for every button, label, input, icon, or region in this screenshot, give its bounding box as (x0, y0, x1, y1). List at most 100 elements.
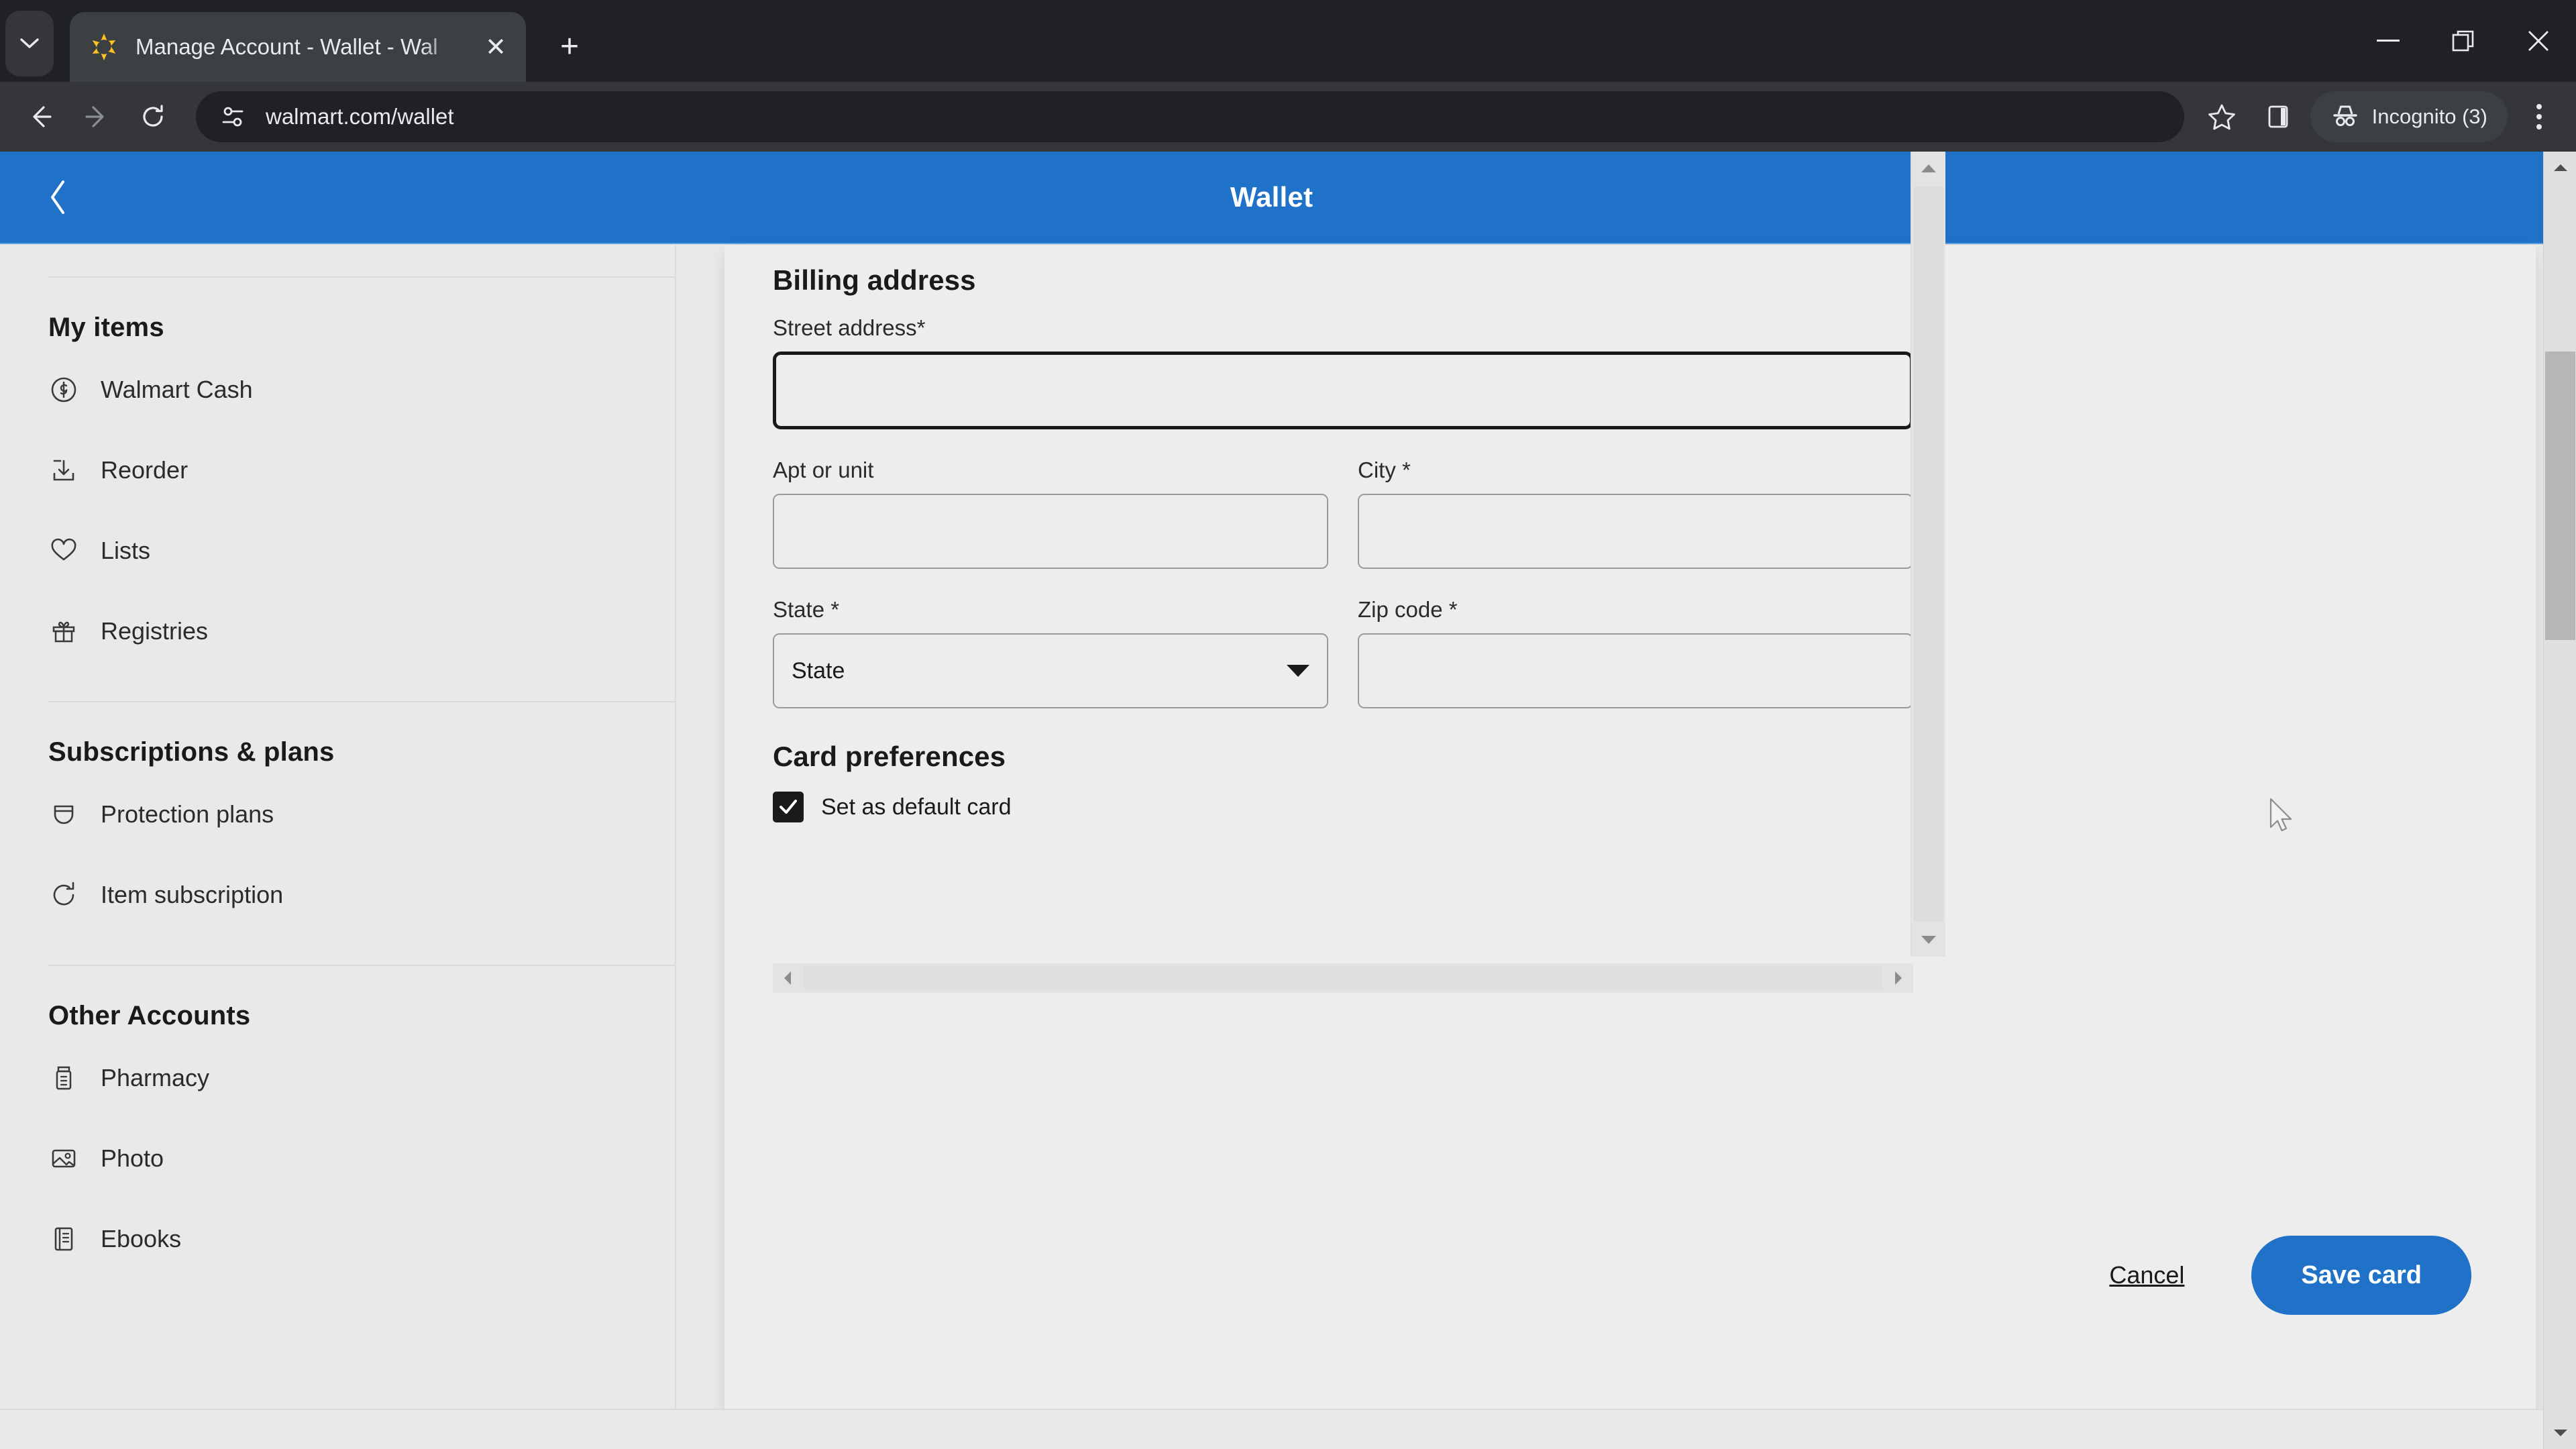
side-panel-button[interactable] (2250, 89, 2306, 145)
sidebar-item-photo[interactable]: Photo (48, 1118, 675, 1199)
billing-address-heading: Billing address (773, 264, 976, 296)
apt-or-unit-label: Apt or unit (773, 458, 874, 482)
close-button[interactable] (2501, 0, 2576, 82)
zip-code-input[interactable] (1358, 633, 1913, 708)
sidebar-item-ebooks[interactable]: Ebooks (48, 1199, 675, 1279)
set-default-checkbox-label: Set as default card (821, 794, 1012, 820)
check-icon (780, 800, 797, 814)
sidebar-item-protection-plans[interactable]: Protection plans (48, 774, 675, 855)
restore-button[interactable] (2426, 0, 2501, 82)
page-bottom-divider (0, 1409, 2543, 1449)
page-scroll-up-button[interactable] (2544, 152, 2576, 184)
state-field-group: State * State (773, 597, 1328, 708)
scroll-down-button[interactable] (1911, 923, 1946, 957)
modal-horizontal-scrollbar[interactable] (773, 963, 1913, 993)
tab-strip: Manage Account - Wallet - Wal ✕ + (0, 0, 2576, 82)
reload-button[interactable] (125, 89, 181, 145)
url-text: walmart.com/wallet (266, 104, 454, 129)
browser-tab[interactable]: Manage Account - Wallet - Wal ✕ (70, 12, 526, 82)
profile-button[interactable]: Incognito (3) (2310, 91, 2508, 142)
sidebar-item-walmart-cash[interactable]: Walmart Cash (48, 350, 675, 430)
minimize-icon (2377, 40, 2400, 42)
sidebar-item-label: Ebooks (101, 1225, 182, 1252)
sidebar-item-label: Photo (101, 1144, 164, 1172)
minimize-button[interactable] (2351, 0, 2426, 82)
chevron-down-icon (1287, 665, 1309, 677)
sidebar-item-registries[interactable]: Registries (48, 591, 675, 672)
state-select[interactable]: State (773, 633, 1328, 708)
walmart-spark-icon (89, 32, 119, 62)
kebab-dot (2536, 114, 2542, 119)
street-address-label: Street address* (773, 315, 926, 340)
zip-code-label: Zip code * (1358, 597, 1458, 622)
cancel-button[interactable]: Cancel (2106, 1254, 2187, 1296)
triangle-down-icon (1921, 936, 1936, 944)
tab-close-icon[interactable]: ✕ (475, 26, 517, 68)
sidebar-divider-wrap (48, 935, 675, 966)
set-default-checkbox[interactable] (773, 792, 804, 822)
page-scroll-down-button[interactable] (2544, 1417, 2576, 1449)
scroll-up-button[interactable] (1911, 152, 1946, 185)
apt-or-unit-input[interactable] (773, 494, 1328, 569)
city-label: City * (1358, 458, 1411, 482)
state-select-wrap: State (773, 633, 1328, 708)
sidebar-group-title-subscriptions: Subscriptions & plans (48, 737, 335, 767)
triangle-right-icon (1895, 971, 1902, 985)
city-input[interactable] (1358, 494, 1913, 569)
sidebar-item-label: Reorder (101, 456, 189, 484)
side-panel-icon (2268, 105, 2288, 128)
triangle-up-icon (2553, 164, 2567, 171)
reorder-icon (48, 455, 79, 486)
state-select-value: State (792, 657, 845, 684)
sidebar-item-label: Registries (101, 617, 209, 645)
street-address-input[interactable] (773, 352, 1913, 429)
back-button[interactable] (12, 89, 68, 145)
account-sidebar: My items Walmart Cash Reorder Lists Regi… (0, 246, 676, 1449)
triangle-up-icon (1921, 164, 1936, 172)
site-settings-icon[interactable] (213, 97, 252, 136)
scroll-left-button[interactable] (773, 963, 802, 993)
sidebar-item-label: Pharmacy (101, 1064, 210, 1091)
pill-bottle-icon (48, 1063, 79, 1093)
modal-actions: Cancel Save card (2106, 1236, 2471, 1315)
address-bar[interactable]: walmart.com/wallet (196, 91, 2184, 142)
scroll-thumb[interactable] (804, 966, 1882, 990)
card-preferences-heading: Card preferences (773, 741, 1006, 772)
sidebar-item-lists[interactable]: Lists (48, 511, 675, 591)
tab-search-button[interactable] (5, 11, 54, 76)
zip-field-group: Zip code * (1358, 597, 1913, 708)
sidebar-item-item-subscription[interactable]: Item subscription (48, 855, 675, 935)
page-vertical-scrollbar[interactable] (2543, 152, 2576, 1449)
browser-menu-button[interactable] (2514, 89, 2564, 145)
sidebar-item-reorder[interactable]: Reorder (48, 430, 675, 511)
scroll-thumb[interactable] (1914, 186, 1943, 922)
new-tab-button[interactable]: + (545, 21, 594, 71)
page-scroll-thumb[interactable] (2545, 352, 2575, 640)
wallet-header: Wallet (0, 152, 2543, 244)
modal-vertical-scrollbar[interactable] (1911, 152, 1945, 957)
sidebar-group-title-my-items: My items (48, 313, 164, 342)
window-controls (2351, 0, 2576, 82)
set-as-default-card-row[interactable]: Set as default card (773, 792, 1913, 822)
sidebar-item-pharmacy[interactable]: Pharmacy (48, 1038, 675, 1118)
forward-button[interactable] (68, 89, 125, 145)
dollar-circle-icon (48, 374, 79, 405)
triangle-down-icon (2553, 1430, 2567, 1436)
browser-toolbar: walmart.com/wallet Incognito (3) (0, 82, 2576, 152)
shield-icon (48, 799, 79, 830)
sidebar-divider-wrap (48, 672, 675, 702)
save-card-button[interactable]: Save card (2251, 1236, 2471, 1315)
bookmark-button[interactable] (2194, 89, 2250, 145)
gift-icon (48, 616, 79, 647)
back-arrow-icon (33, 106, 52, 127)
page-viewport: Wallet My items Walmart Cash Reorder Lis… (0, 152, 2576, 1449)
image-icon (48, 1143, 79, 1174)
scroll-right-button[interactable] (1884, 963, 1913, 993)
state-label: State * (773, 597, 840, 622)
state-zip-row: State * State Zip code * (773, 597, 1913, 708)
refresh-icon (48, 879, 79, 910)
wallet-back-button[interactable] (39, 177, 79, 217)
sidebar-item-label: Lists (101, 537, 151, 564)
profile-label: Incognito (3) (2371, 105, 2487, 128)
billing-address-form: Billing address Street address* Apt or u… (773, 264, 1913, 822)
